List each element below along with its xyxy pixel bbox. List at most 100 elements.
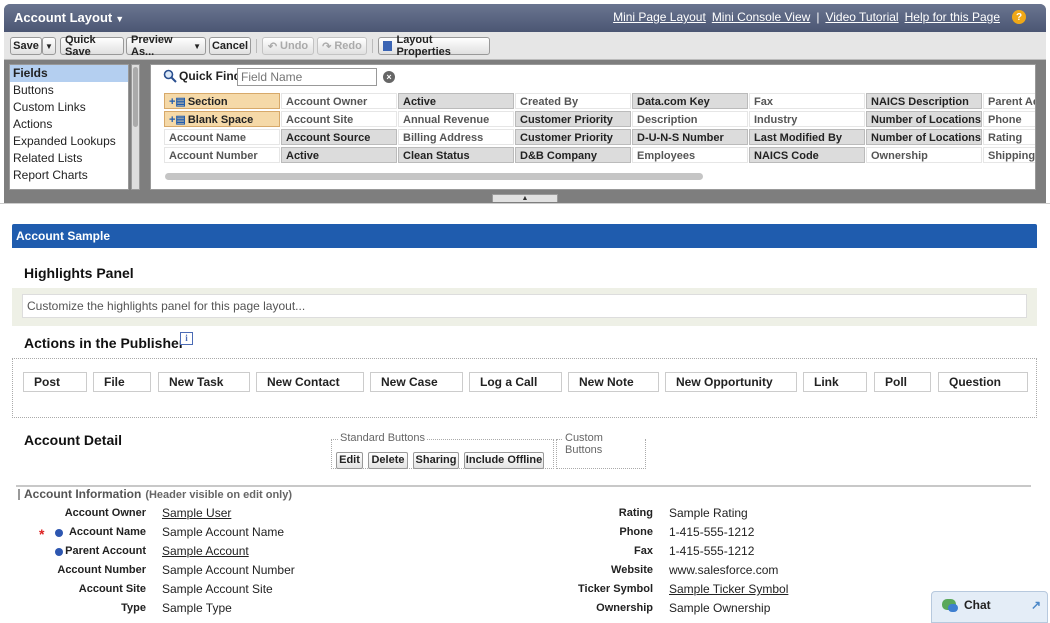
action-new-opportunity[interactable]: New Opportunity	[665, 372, 797, 392]
palette-field-account-number[interactable]: Account Number	[164, 147, 280, 163]
category-custom-links[interactable]: Custom Links	[10, 99, 128, 116]
delete-button[interactable]: Delete	[368, 452, 408, 469]
field-grid-scrollbar[interactable]	[165, 173, 703, 180]
highlights-panel: Customize the highlights panel for this …	[12, 288, 1037, 326]
action-new-task[interactable]: New Task	[158, 372, 250, 392]
chat-bubble-icon	[942, 599, 958, 612]
field-label-website: Website	[611, 564, 653, 576]
cancel-button[interactable]: Cancel	[209, 37, 251, 55]
info-icon[interactable]: i	[180, 332, 193, 345]
quick-find-input[interactable]	[237, 68, 377, 86]
redo-button[interactable]: ↷ Redo	[317, 37, 367, 55]
mini-page-layout-link[interactable]: Mini Page Layout	[613, 10, 706, 24]
palette-field-number-of-locations[interactable]: Number of Locations	[866, 129, 982, 145]
palette-field-created-by[interactable]: Created By	[515, 93, 631, 109]
undo-button[interactable]: ↶ Undo	[262, 37, 314, 55]
action-file[interactable]: File	[93, 372, 151, 392]
field-value-ticker-symbol[interactable]: Sample Ticker Symbol	[669, 580, 788, 599]
palette-field-industry[interactable]: Industry	[749, 111, 865, 127]
palette-field-account-site[interactable]: Account Site	[281, 111, 397, 127]
popout-arrow-icon[interactable]: ↗	[1031, 598, 1041, 612]
palette-field-last-modified-by[interactable]: Last Modified By	[749, 129, 865, 145]
palette-field-employees[interactable]: Employees	[632, 147, 748, 163]
palette-field-data-com-key[interactable]: Data.com Key	[632, 93, 748, 109]
field-value-account-owner[interactable]: Sample User	[162, 504, 231, 523]
field-indicator-dot-icon	[55, 548, 63, 556]
mini-console-view-link[interactable]: Mini Console View	[712, 10, 811, 24]
layout-canvas: Account Sample Highlights Panel Customiz…	[0, 203, 1050, 623]
field-label-fax: Fax	[634, 545, 653, 557]
preview-as-button[interactable]: Preview As... ▼	[126, 34, 206, 58]
palette-field-fax[interactable]: Fax	[749, 93, 865, 109]
palette-field-naics-code[interactable]: NAICS Code	[749, 147, 865, 163]
palette-field-d-u-n-s-number[interactable]: D-U-N-S Number	[632, 129, 748, 145]
palette-field-parent-ac[interactable]: Parent Ac	[983, 93, 1035, 109]
sharing-button[interactable]: Sharing	[413, 452, 459, 469]
account-information-section-header[interactable]: Account Information (Header visible on ed…	[16, 485, 1031, 501]
category-actions[interactable]: Actions	[10, 116, 128, 133]
action-link[interactable]: Link	[803, 372, 867, 392]
palette-field-billing-address[interactable]: Billing Address	[398, 129, 514, 145]
section-note: (Header visible on edit only)	[145, 489, 293, 501]
palette-field-ownership[interactable]: Ownership	[866, 147, 982, 163]
palette-field-d-b-company[interactable]: D&B Company	[515, 147, 631, 163]
field-value-parent-account[interactable]: Sample Account	[162, 542, 249, 561]
toolbar-divider	[372, 39, 373, 53]
action-question[interactable]: Question	[938, 372, 1028, 392]
highlights-panel-title: Highlights Panel	[24, 265, 134, 281]
drag-handle-icon[interactable]	[18, 489, 20, 500]
palette-field-active[interactable]: Active	[281, 147, 397, 163]
account-detail-title: Account Detail	[24, 432, 123, 448]
action-post[interactable]: Post	[23, 372, 87, 392]
palette-field-phone[interactable]: Phone	[983, 111, 1035, 127]
video-tutorial-link[interactable]: Video Tutorial	[825, 10, 898, 24]
palette-field-customer-priority[interactable]: Customer Priority	[515, 129, 631, 145]
palette-field-account-name[interactable]: Account Name	[164, 129, 280, 145]
action-poll[interactable]: Poll	[874, 372, 931, 392]
palette-field-rating[interactable]: Rating	[983, 129, 1035, 145]
palette-field-description[interactable]: Description	[632, 111, 748, 127]
category-fields[interactable]: Fields	[10, 65, 128, 82]
category-related-lists[interactable]: Related Lists	[10, 150, 128, 167]
palette-field-active[interactable]: Active	[398, 93, 514, 109]
field-value-website: www.salesforce.com	[669, 563, 779, 577]
scrollbar-thumb[interactable]	[133, 67, 138, 127]
redo-label: Redo	[334, 40, 362, 52]
action-new-case[interactable]: New Case	[370, 372, 463, 392]
help-icon[interactable]: ?	[1012, 10, 1026, 24]
action-new-contact[interactable]: New Contact	[256, 372, 364, 392]
edit-button[interactable]: Edit	[336, 452, 363, 469]
highlights-panel-placeholder[interactable]: Customize the highlights panel for this …	[22, 294, 1027, 318]
help-link[interactable]: Help for this Page	[905, 10, 1000, 24]
palette-field-clean-status[interactable]: Clean Status	[398, 147, 514, 163]
action-new-note[interactable]: New Note	[568, 372, 659, 392]
palette-field-customer-priority[interactable]: Customer Priority	[515, 111, 631, 127]
layout-title-menu[interactable]: Account Layout ▼	[14, 10, 124, 25]
layout-properties-button[interactable]: Layout Properties	[378, 34, 490, 58]
field-label-ticker-symbol: Ticker Symbol	[578, 583, 653, 595]
category-report-charts[interactable]: Report Charts	[10, 167, 128, 184]
palette-resize-handle[interactable]: ▲	[492, 194, 558, 202]
palette-field-annual-revenue[interactable]: Annual Revenue	[398, 111, 514, 127]
category-expanded-lookups[interactable]: Expanded Lookups	[10, 133, 128, 150]
save-dropdown-icon[interactable]: ▼	[42, 37, 56, 55]
quick-save-button[interactable]: Quick Save	[60, 34, 124, 58]
palette-field-naics-description[interactable]: NAICS Description	[866, 93, 982, 109]
chevron-down-icon: ▼	[115, 14, 125, 24]
palette-field-section[interactable]: +▤ Section	[164, 93, 280, 109]
chat-widget[interactable]: Chat ↗	[931, 591, 1048, 623]
title-bar: Account Layout ▼ Mini Page Layout Mini Co…	[4, 4, 1046, 32]
palette-field-blank-space[interactable]: +▤ Blank Space	[164, 111, 280, 127]
category-buttons[interactable]: Buttons	[10, 82, 128, 99]
palette-field-account-owner[interactable]: Account Owner	[281, 93, 397, 109]
palette-field-shipping-a[interactable]: Shipping A	[983, 147, 1035, 163]
include-offline-button[interactable]: Include Offline	[464, 452, 544, 469]
clear-icon[interactable]: ×	[383, 71, 395, 83]
category-scrollbar[interactable]	[131, 64, 140, 190]
account-sample-header: Account Sample	[12, 224, 1037, 248]
standard-buttons-legend: Standard Buttons	[338, 432, 428, 444]
action-log-a-call[interactable]: Log a Call	[469, 372, 562, 392]
save-button[interactable]: Save	[10, 37, 42, 55]
palette-field-number-of-locations[interactable]: Number of Locations	[866, 111, 982, 127]
palette-field-account-source[interactable]: Account Source	[281, 129, 397, 145]
